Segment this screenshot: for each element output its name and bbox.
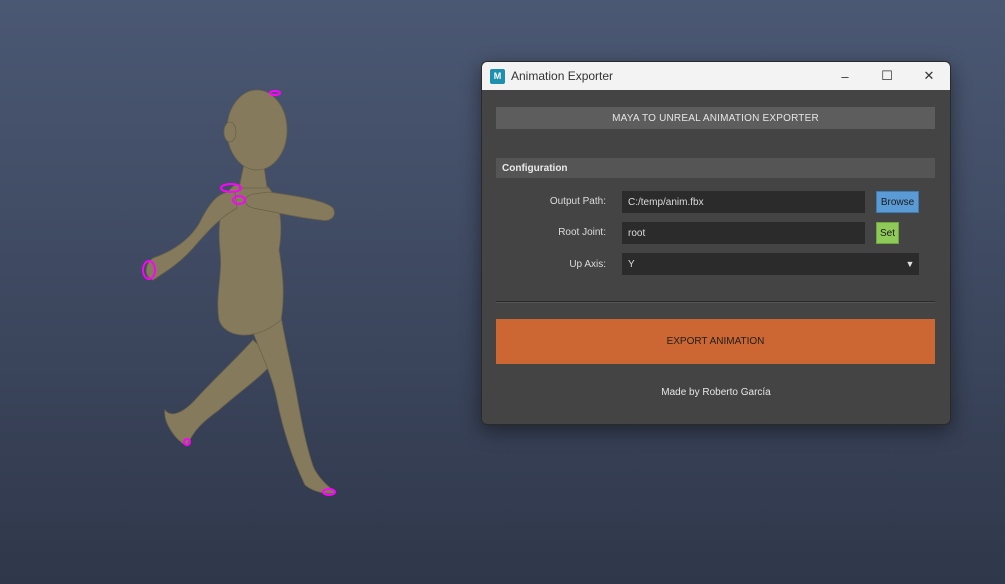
character-model[interactable] — [135, 80, 345, 505]
title-bar[interactable]: M Animation Exporter – ☐ ✕ — [482, 62, 950, 90]
up-axis-select[interactable]: Y — [622, 253, 901, 275]
set-root-joint-button[interactable]: Set — [876, 222, 899, 244]
section-title: Configuration — [502, 162, 568, 174]
animation-exporter-window: M Animation Exporter – ☐ ✕ MAYA TO UNREA… — [481, 61, 951, 425]
divider — [496, 301, 935, 303]
minimize-button[interactable]: – — [824, 62, 866, 90]
output-path-input[interactable] — [622, 191, 865, 213]
output-path-label: Output Path: — [549, 196, 606, 207]
close-button[interactable]: ✕ — [908, 62, 950, 90]
window-controls: – ☐ ✕ — [824, 62, 950, 90]
maximize-button[interactable]: ☐ — [866, 62, 908, 90]
configuration-section-header[interactable]: Configuration — [496, 158, 935, 178]
root-joint-label: Root Joint: — [558, 227, 606, 238]
up-axis-label: Up Axis: — [569, 259, 606, 270]
credits-text: Made by Roberto García — [661, 387, 771, 398]
maya-app-icon: M — [490, 68, 505, 84]
root-joint-input[interactable] — [622, 222, 865, 244]
up-axis-selected-value: Y — [628, 258, 635, 270]
dropdown-arrow-icon[interactable]: ▼ — [901, 253, 919, 275]
browse-button[interactable]: Browse — [876, 191, 919, 213]
export-animation-button[interactable]: EXPORT ANIMATION — [496, 319, 935, 364]
tool-header: MAYA TO UNREAL ANIMATION EXPORTER — [496, 107, 935, 129]
window-title: Animation Exporter — [511, 69, 614, 83]
